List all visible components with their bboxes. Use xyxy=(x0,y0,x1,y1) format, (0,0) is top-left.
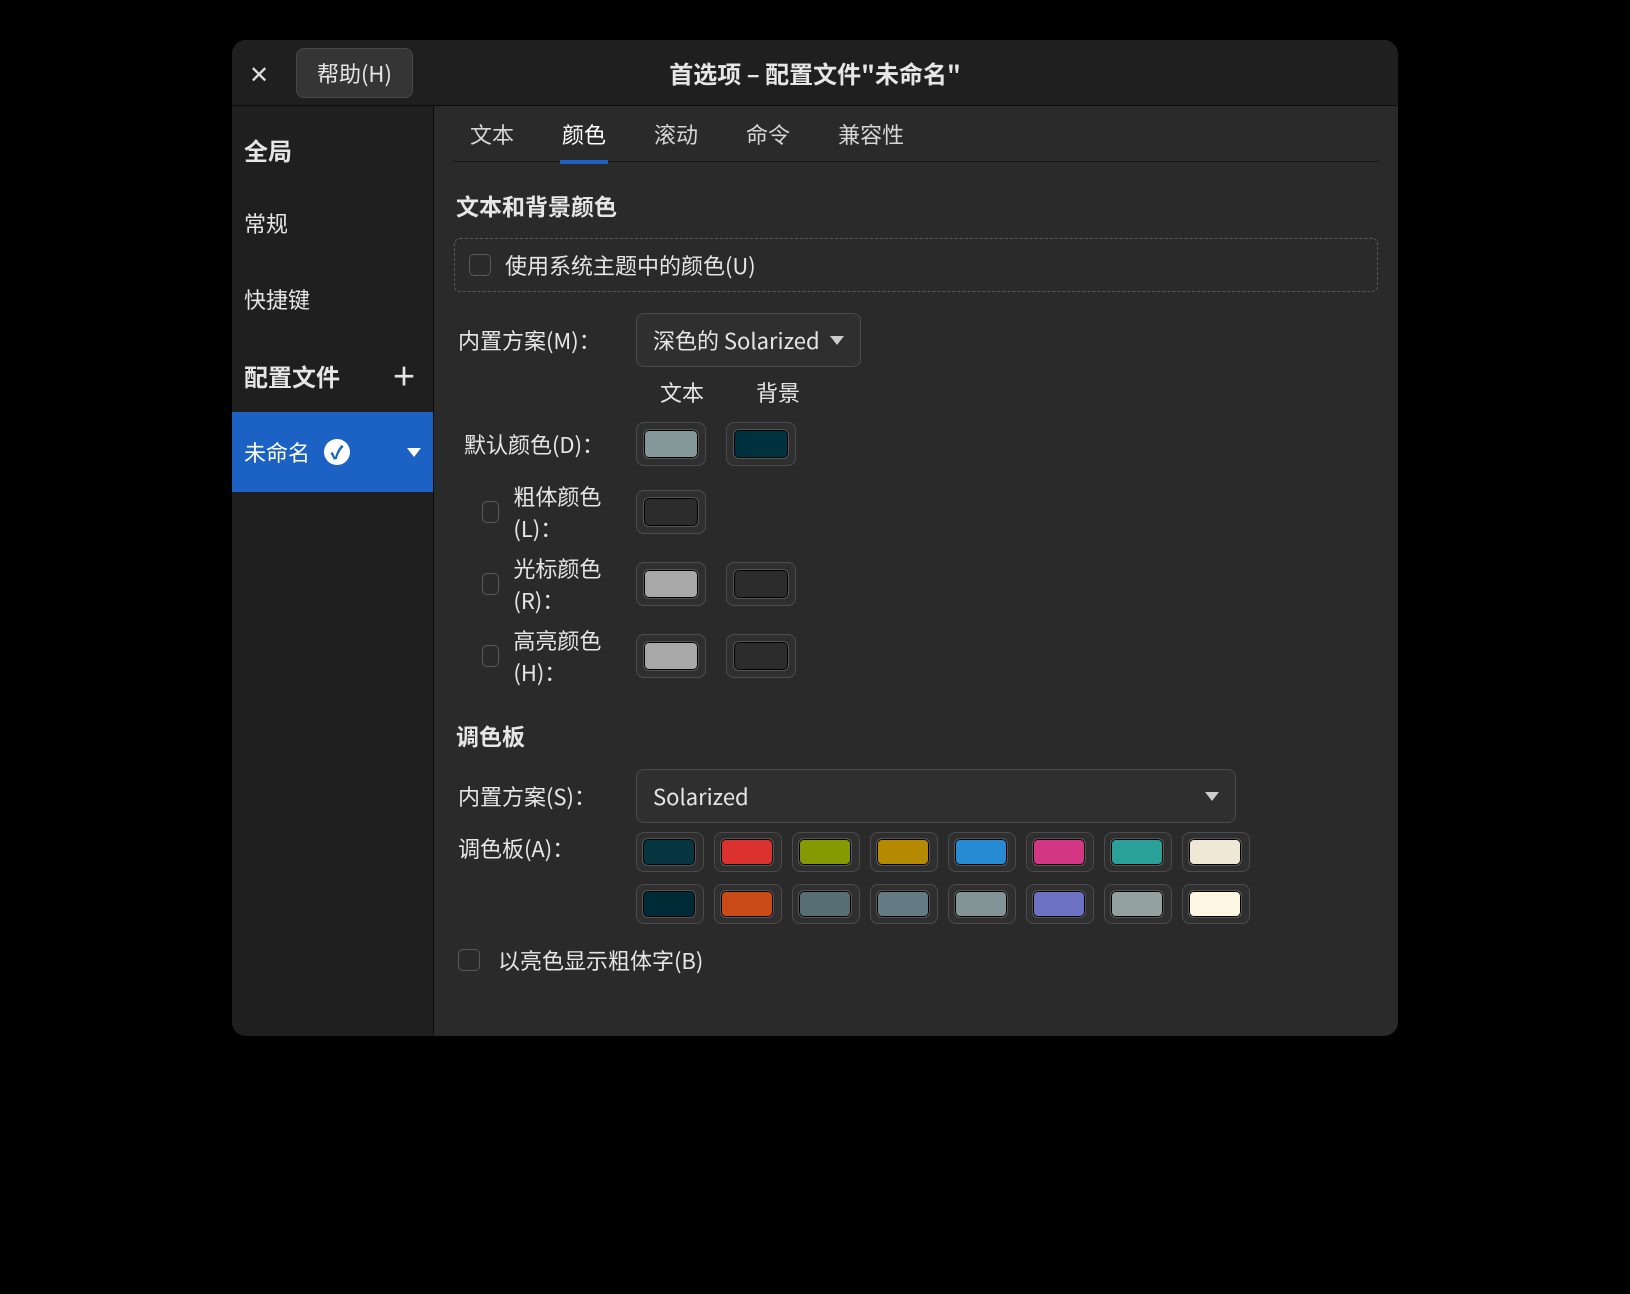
section-palette-title: 调色板 xyxy=(456,718,1378,752)
palette-color-2[interactable] xyxy=(798,838,852,866)
cursor-color-checkbox[interactable] xyxy=(482,573,499,595)
tab-color[interactable]: 颜色 xyxy=(560,104,608,164)
titlebar: ✕ 帮助(H) 首选项 – 配置文件"未命名" xyxy=(232,40,1398,106)
tab-scroll[interactable]: 滚动 xyxy=(652,104,700,164)
section-text-bg-title: 文本和背景颜色 xyxy=(456,188,1378,222)
palette-color-8[interactable] xyxy=(642,890,696,918)
tab-compat[interactable]: 兼容性 xyxy=(836,104,906,164)
bold-color-label: 粗体颜色(L)： xyxy=(513,480,618,544)
cursor-text-color[interactable] xyxy=(643,569,699,599)
bold-text-color[interactable] xyxy=(643,497,699,527)
bold-bright-label: 以亮色显示粗体字(B) xyxy=(498,944,703,976)
palette-color-9[interactable] xyxy=(720,890,774,918)
cursor-bg-color[interactable] xyxy=(733,569,789,599)
builtin-scheme-label: 内置方案(M)： xyxy=(458,324,618,356)
palette-scheme-value: Solarized xyxy=(653,780,749,812)
sidebar-header-global: 全局 xyxy=(232,112,433,185)
bold-color-checkbox[interactable] xyxy=(482,501,499,523)
use-system-theme-checkbox[interactable] xyxy=(469,254,491,276)
palette-grid xyxy=(636,832,1250,924)
palette-color-10[interactable] xyxy=(798,890,852,918)
builtin-scheme-value: 深色的 Solarized xyxy=(653,324,820,356)
sidebar: 全局 常规 快捷键 配置文件 ＋ 未命名 ✓ xyxy=(232,106,434,1036)
tab-text[interactable]: 文本 xyxy=(468,104,516,164)
color-columns-header: 文本 背景 xyxy=(652,376,1378,408)
palette-color-13[interactable] xyxy=(1032,890,1086,918)
palette-scheme-select[interactable]: Solarized xyxy=(636,769,1236,823)
col-bg-header: 背景 xyxy=(748,376,808,408)
tabs: 文本 颜色 滚动 命令 兼容性 xyxy=(454,106,1378,162)
palette-color-0[interactable] xyxy=(642,838,696,866)
highlight-color-label: 高亮颜色(H)： xyxy=(513,624,618,688)
check-icon: ✓ xyxy=(324,439,350,465)
palette-color-1[interactable] xyxy=(720,838,774,866)
use-system-theme-label: 使用系统主题中的颜色(U) xyxy=(505,249,756,281)
bold-bright-checkbox[interactable] xyxy=(458,949,480,971)
palette-color-4[interactable] xyxy=(954,838,1008,866)
highlight-text-color[interactable] xyxy=(643,641,699,671)
builtin-scheme-select[interactable]: 深色的 Solarized xyxy=(636,313,861,367)
highlight-bg-color[interactable] xyxy=(733,641,789,671)
col-text-header: 文本 xyxy=(652,376,712,408)
add-profile-button[interactable]: ＋ xyxy=(387,357,421,394)
preferences-window: ✕ 帮助(H) 首选项 – 配置文件"未命名" 全局 常规 快捷键 配置文件 ＋… xyxy=(232,40,1398,1036)
sidebar-item-profile-active[interactable]: 未命名 ✓ xyxy=(232,412,433,492)
chevron-down-icon[interactable] xyxy=(407,448,421,457)
palette-swatches-label: 调色板(A)： xyxy=(458,832,618,864)
default-bg-color[interactable] xyxy=(733,429,789,459)
palette-color-5[interactable] xyxy=(1032,838,1086,866)
palette-color-15[interactable] xyxy=(1188,890,1242,918)
palette-color-12[interactable] xyxy=(954,890,1008,918)
default-text-color[interactable] xyxy=(643,429,699,459)
default-color-label: 默认颜色(D)： xyxy=(458,428,618,460)
sidebar-header-profiles: 配置文件 ＋ xyxy=(232,337,433,412)
palette-color-11[interactable] xyxy=(876,890,930,918)
sidebar-item-general[interactable]: 常规 xyxy=(232,185,433,261)
palette-color-3[interactable] xyxy=(876,838,930,866)
cursor-color-label: 光标颜色(R)： xyxy=(513,552,618,616)
palette-color-14[interactable] xyxy=(1110,890,1164,918)
tab-command[interactable]: 命令 xyxy=(744,104,792,164)
palette-color-6[interactable] xyxy=(1110,838,1164,866)
palette-scheme-label: 内置方案(S)： xyxy=(458,780,618,812)
sidebar-profiles-label: 配置文件 xyxy=(244,358,340,393)
main-panel: 文本 颜色 滚动 命令 兼容性 文本和背景颜色 使用系统主题中的颜色(U) 内置… xyxy=(434,106,1398,1036)
use-system-theme-row: 使用系统主题中的颜色(U) xyxy=(454,238,1378,292)
close-button[interactable]: ✕ xyxy=(232,40,286,105)
palette-color-7[interactable] xyxy=(1188,838,1242,866)
sidebar-item-shortcuts[interactable]: 快捷键 xyxy=(232,261,433,337)
highlight-color-checkbox[interactable] xyxy=(482,645,499,667)
help-button[interactable]: 帮助(H) xyxy=(296,48,413,98)
dropdown-icon xyxy=(830,336,844,345)
active-profile-name: 未命名 xyxy=(244,436,310,468)
dropdown-icon xyxy=(1205,792,1219,801)
